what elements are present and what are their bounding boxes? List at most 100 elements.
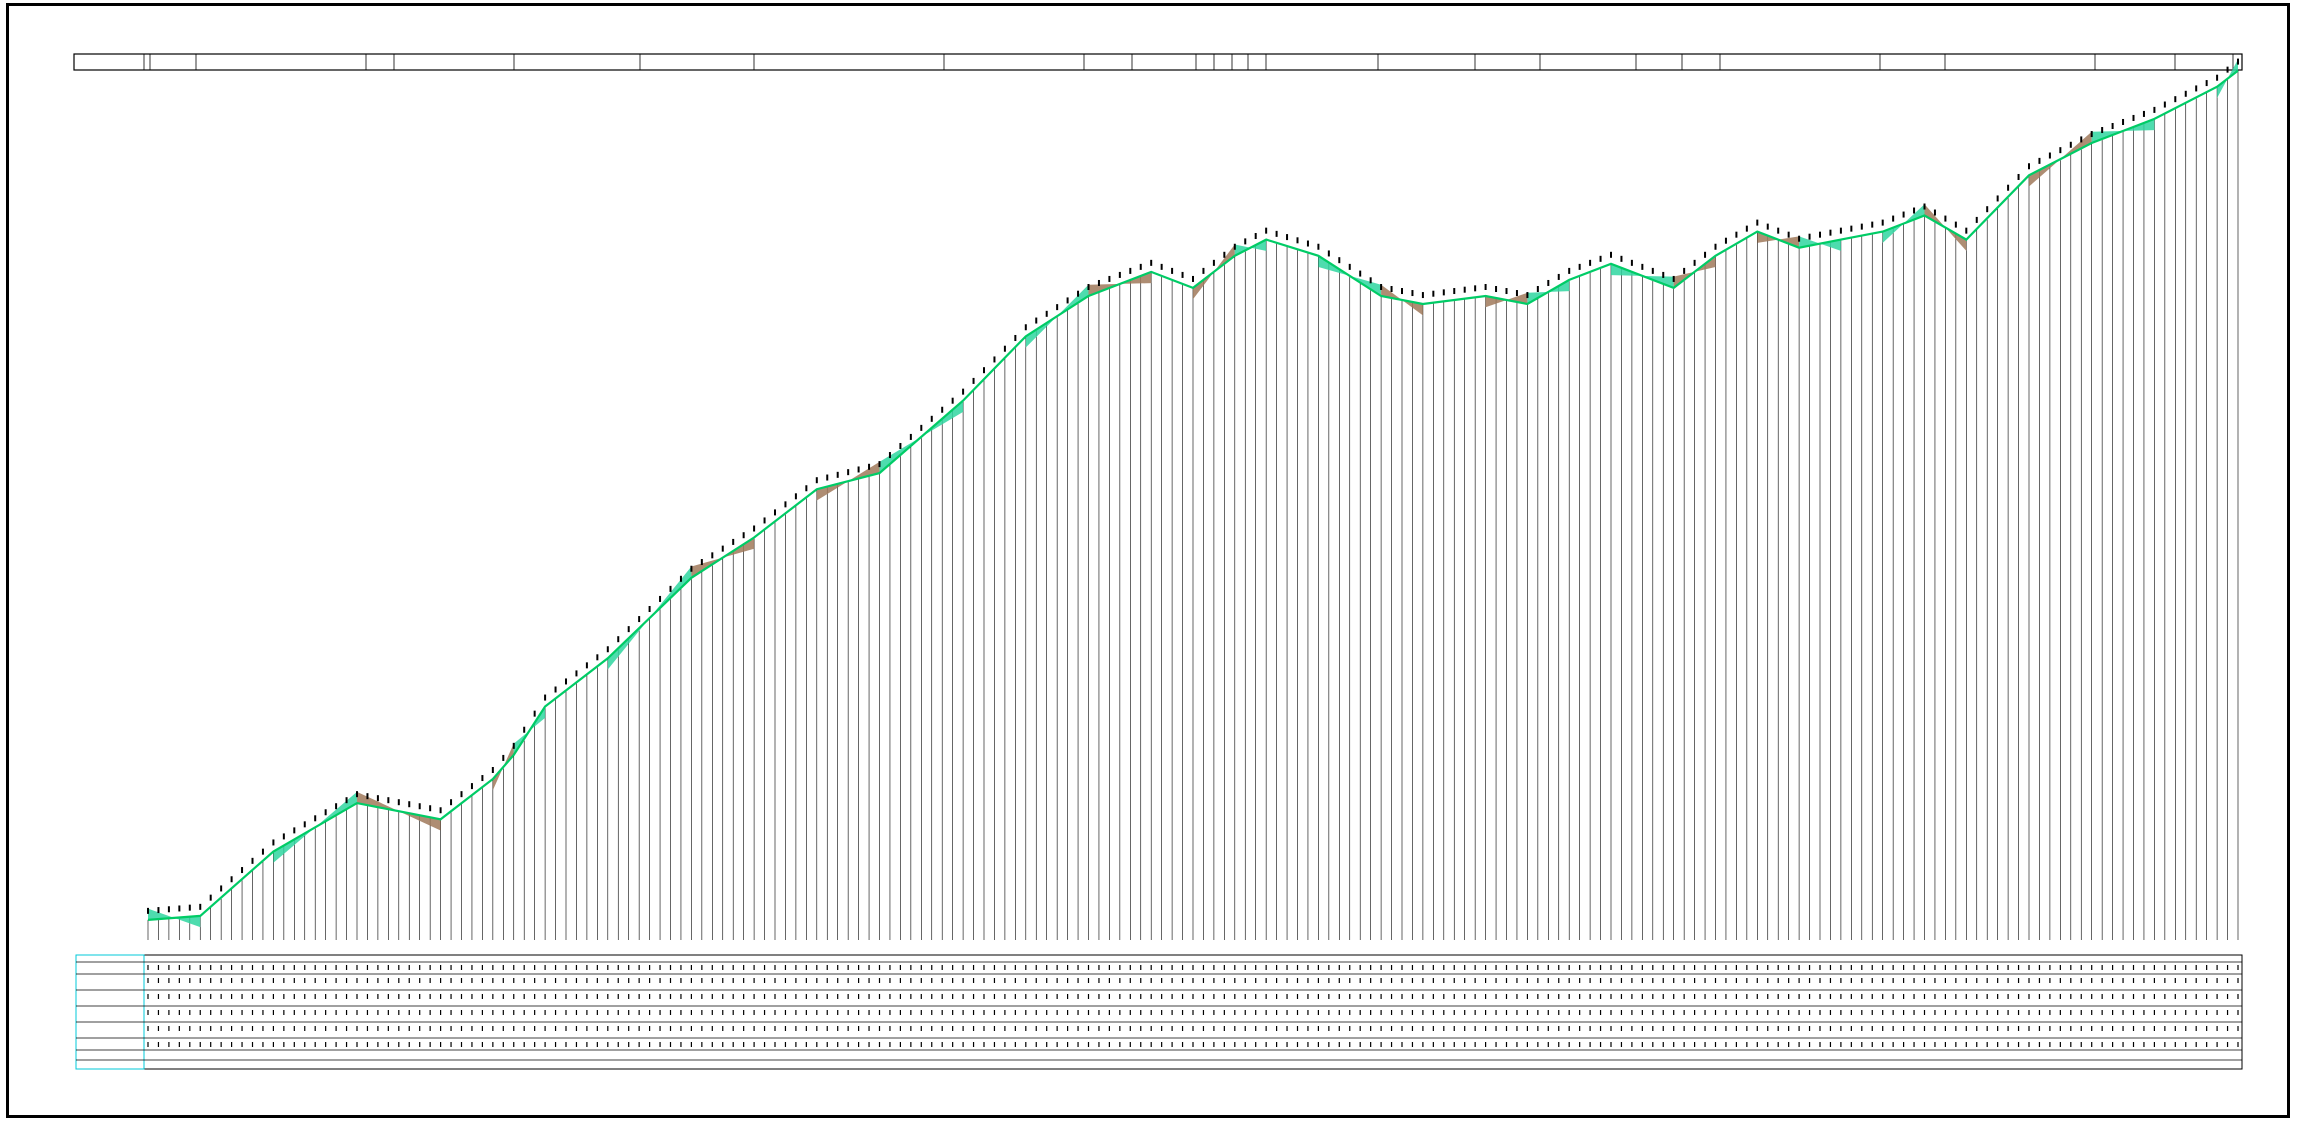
table-tick	[1589, 978, 1591, 983]
table-tick	[1892, 965, 1894, 970]
table-tick	[440, 965, 442, 970]
table-tick	[1829, 965, 1832, 970]
table-tick	[1756, 1010, 1758, 1015]
station-marker	[2069, 141, 2072, 148]
table-tick	[1976, 965, 1978, 970]
table-tick	[1934, 1042, 1936, 1047]
table-tick	[565, 1042, 567, 1047]
table-tick	[1986, 965, 1988, 970]
table-tick	[2091, 965, 2093, 970]
table-tick	[356, 965, 358, 970]
table-tick	[1485, 978, 1487, 983]
station-marker	[2101, 127, 2104, 134]
table-tick	[335, 1042, 337, 1047]
table-tick	[649, 994, 651, 999]
table-tick	[345, 994, 348, 999]
table-tick	[1683, 1026, 1685, 1031]
table-tick	[816, 1010, 818, 1015]
table-tick	[690, 994, 692, 999]
table-tick	[1923, 1026, 1926, 1031]
table-tick	[1997, 1042, 1999, 1047]
table-tick	[1390, 1010, 1393, 1015]
table-tick	[492, 1010, 494, 1015]
table-tick	[826, 978, 828, 983]
table-tick	[1505, 965, 1508, 970]
table-tick	[1296, 1026, 1299, 1031]
table-tick	[1610, 994, 1612, 999]
table-tick	[1714, 978, 1717, 983]
table-tick	[732, 978, 734, 983]
table-tick	[366, 1026, 369, 1031]
table-tick	[2122, 1042, 2124, 1047]
table-tick	[2153, 994, 2155, 999]
table-tick	[471, 1042, 473, 1047]
table-tick	[272, 978, 274, 983]
table-tick	[178, 1042, 180, 1047]
table-tick	[2091, 1026, 2093, 1031]
table-tick	[1704, 1026, 1706, 1031]
table-tick	[1788, 1042, 1790, 1047]
station-marker	[2142, 110, 2145, 117]
table-tick	[1944, 1042, 1946, 1047]
table-tick	[1286, 1042, 1288, 1047]
table-tick	[1735, 978, 1737, 983]
table-tick	[1537, 1042, 1539, 1047]
table-tick	[1181, 978, 1184, 983]
table-tick	[1683, 1010, 1685, 1015]
table-tick	[638, 965, 640, 970]
table-tick	[1694, 994, 1696, 999]
table-tick	[575, 1026, 578, 1031]
table-tick	[1610, 1026, 1612, 1031]
station-marker	[1087, 284, 1090, 290]
table-tick	[408, 978, 410, 983]
table-tick	[2143, 978, 2145, 983]
station-marker	[1223, 251, 1226, 258]
table-tick	[1526, 1042, 1528, 1047]
table-tick	[220, 965, 222, 970]
table-tick	[325, 994, 327, 999]
table-tick	[586, 1010, 588, 1015]
table-tick	[1944, 965, 1946, 970]
table-tick	[784, 1026, 787, 1031]
table-tick	[2112, 1042, 2114, 1047]
table-tick	[2049, 965, 2051, 970]
table-tick	[429, 1042, 431, 1047]
table-tick	[690, 965, 692, 970]
table-tick	[1965, 1010, 1967, 1015]
station-marker	[2048, 152, 2051, 159]
table-tick	[502, 978, 504, 983]
table-tick	[1014, 1042, 1016, 1047]
table-tick	[1777, 965, 1779, 970]
table-tick	[544, 994, 546, 999]
table-tick	[1871, 1042, 1873, 1047]
table-tick	[1965, 994, 1967, 999]
table-tick	[1119, 1010, 1121, 1015]
station-marker	[1819, 231, 1821, 238]
station-marker	[1860, 223, 1863, 230]
table-tick	[1443, 978, 1445, 983]
table-tick	[1537, 1010, 1539, 1015]
table-tick	[743, 1042, 745, 1047]
table-tick	[1171, 1042, 1173, 1047]
table-tick	[763, 965, 766, 970]
table-tick	[2038, 965, 2041, 970]
station-marker	[2132, 114, 2135, 121]
table-tick	[1662, 1010, 1664, 1015]
table-tick	[1202, 994, 1205, 999]
table-tick	[147, 994, 149, 999]
table-tick	[2122, 1010, 2124, 1015]
table-tick	[1547, 1026, 1549, 1031]
table-tick	[398, 978, 400, 983]
table-tick	[293, 1010, 295, 1015]
table-tick	[1673, 965, 1675, 970]
table-tick	[2028, 1026, 2030, 1031]
station-marker	[1871, 221, 1874, 228]
table-tick	[722, 965, 724, 970]
station-marker	[408, 801, 411, 808]
table-tick	[1098, 1010, 1100, 1015]
table-tick	[492, 1026, 494, 1031]
table-tick	[1307, 1026, 1309, 1031]
table-tick	[241, 1026, 243, 1031]
station-marker	[147, 907, 149, 914]
table-tick	[314, 978, 316, 983]
